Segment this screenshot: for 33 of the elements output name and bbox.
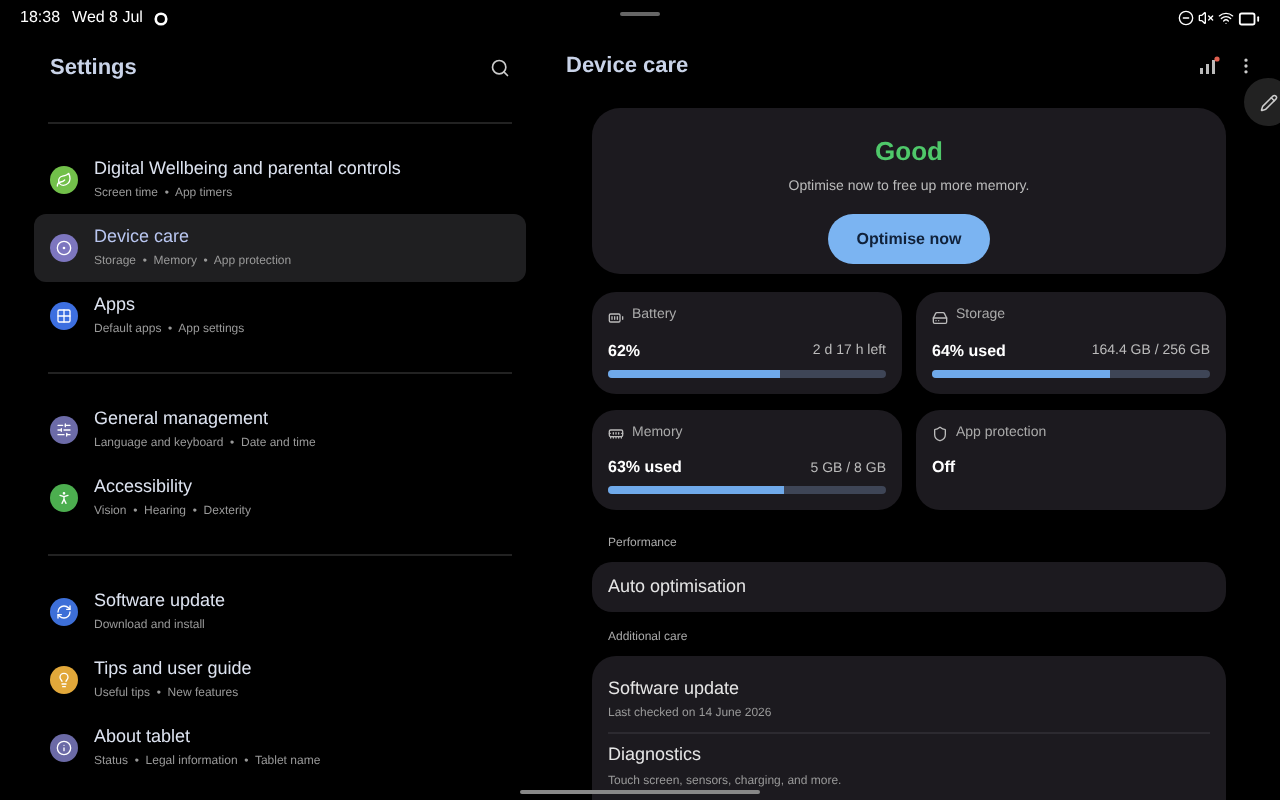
item-title: Accessibility	[94, 474, 195, 501]
storage-icon	[932, 309, 948, 326]
item-title: Apps	[94, 292, 138, 319]
pen-button[interactable]	[1244, 78, 1280, 126]
dnd-icon	[1178, 10, 1194, 26]
battery-icon	[608, 309, 624, 326]
signal-bars-icon[interactable]	[1198, 56, 1220, 77]
item-title: Software update	[94, 588, 226, 615]
drag-handle[interactable]	[620, 12, 660, 16]
memory-icon	[608, 426, 624, 443]
tile-value: 62%	[608, 339, 641, 364]
pen-icon	[1259, 93, 1277, 111]
status-heading: Good	[875, 134, 943, 171]
shield-icon	[932, 426, 948, 443]
tile-value: Off	[932, 456, 956, 481]
status-date: Wed 8 Jul	[72, 6, 143, 30]
optimise-button[interactable]: Optimise now	[828, 214, 990, 265]
wifi-icon	[1218, 10, 1234, 26]
device-care-title: Device care	[566, 51, 689, 82]
battery-icon	[1238, 7, 1260, 29]
mute-icon	[1198, 10, 1214, 26]
tile-value: 64% used	[932, 339, 1006, 364]
item-title: About tablet	[94, 724, 193, 751]
performance-item[interactable]: Auto optimisation	[592, 562, 1226, 612]
settings-title: Settings	[50, 53, 137, 84]
ring-icon	[154, 11, 169, 25]
item-title: Digital Wellbeing and parental controls	[94, 156, 401, 183]
search-icon[interactable]	[490, 58, 510, 78]
item-title: Device care	[94, 224, 192, 251]
item-title: Tips and user guide	[94, 656, 252, 683]
item-title: General management	[94, 406, 271, 433]
status-time: 18:38	[20, 6, 61, 30]
tile-value: 63% used	[608, 456, 682, 481]
